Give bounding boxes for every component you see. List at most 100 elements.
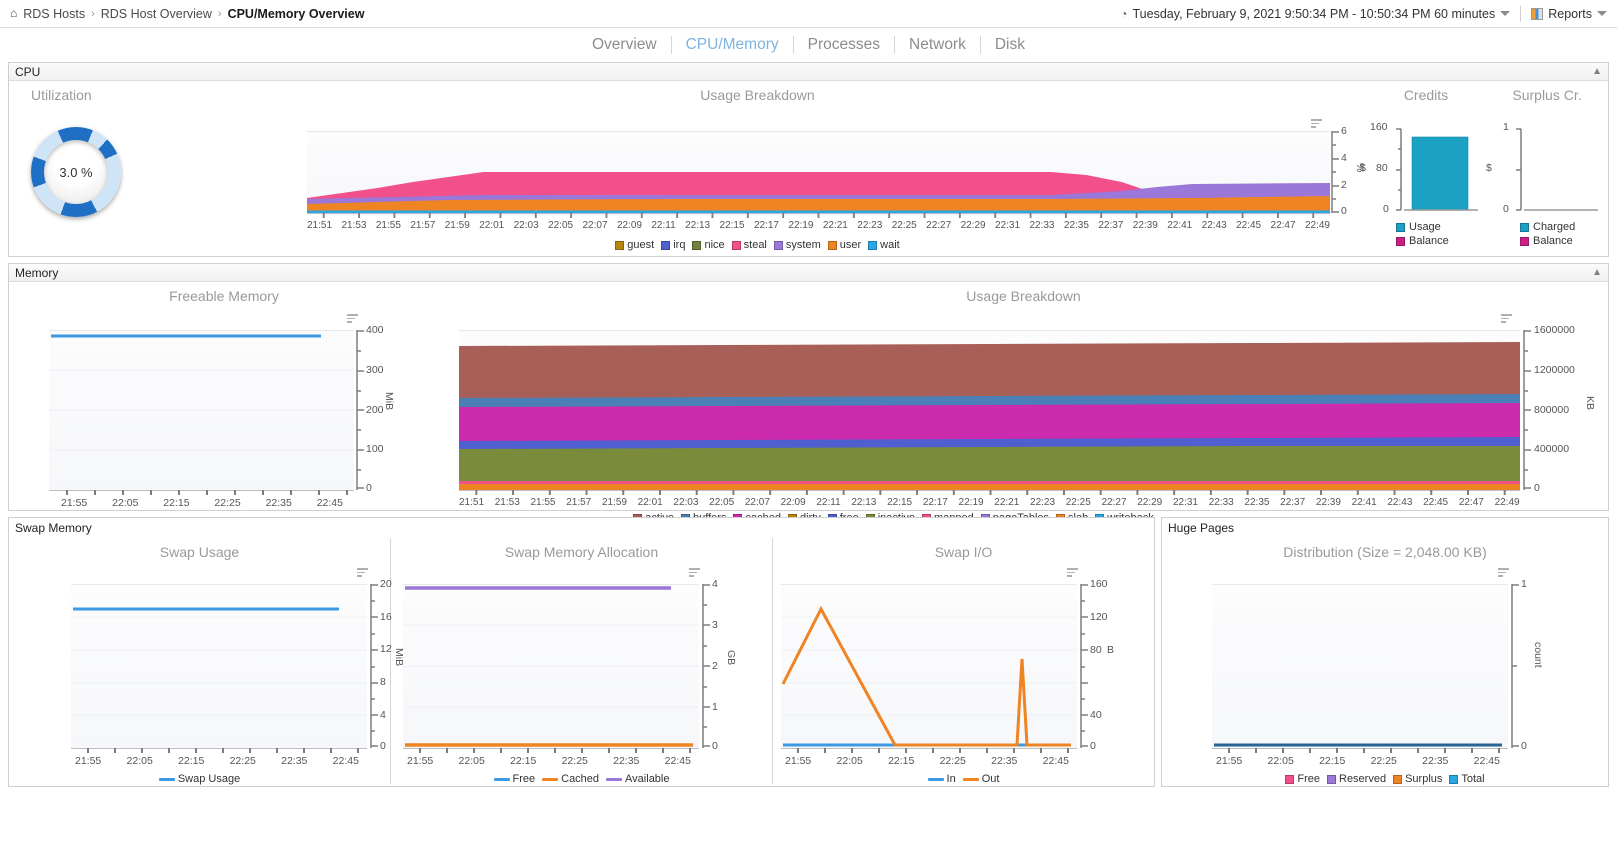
legend-item-balance[interactable]: Balance — [1396, 235, 1449, 247]
reports-label: Reports — [1548, 6, 1592, 21]
x-axis-ticks — [307, 213, 1330, 218]
y-tick-1200000: 1200000 — [1534, 364, 1575, 376]
legend-swatch — [661, 240, 671, 250]
swap-memory-title: Swap Memory — [15, 521, 92, 535]
y-axis — [1511, 584, 1519, 748]
legend-item-balance[interactable]: Balance — [1520, 235, 1575, 247]
tab-network[interactable]: Network — [895, 36, 981, 54]
y-tick-20: 20 — [380, 578, 392, 590]
tab-disk[interactable]: Disk — [981, 36, 1039, 54]
legend-item-surplus[interactable]: Surplus — [1393, 773, 1442, 785]
x-tick: 22:35 — [1063, 220, 1089, 231]
surplus-y-axis — [1516, 128, 1522, 211]
x-tick: 21:57 — [410, 220, 436, 231]
chart-menu-icon[interactable] — [1067, 568, 1078, 578]
x-tick: 21:53 — [494, 497, 520, 508]
legend-item-irq[interactable]: irq — [661, 239, 685, 251]
legend-item-steal[interactable]: steal — [731, 239, 767, 251]
breadcrumb-item-rds-hosts[interactable]: RDS Hosts — [23, 7, 85, 21]
x-tick: 22:45 — [1473, 755, 1500, 767]
x-tick: 22:43 — [1387, 497, 1413, 508]
x-tick: 22:45 — [1423, 497, 1449, 508]
y-tick-0: 0 — [1534, 482, 1540, 494]
legend-item-swap-usage[interactable]: Swap Usage — [158, 773, 240, 785]
chart-menu-icon[interactable] — [689, 568, 700, 578]
x-tick: 22:25 — [939, 755, 966, 767]
legend-label: Free — [512, 773, 536, 785]
time-range-selector[interactable]: ◔ Tuesday, February 9, 2021 9:50:34 PM -… — [1120, 6, 1511, 21]
clock-icon: ◔ — [1120, 6, 1128, 21]
legend-label: irq — [673, 239, 686, 251]
y-tick-1: 1 — [712, 701, 718, 713]
legend-item-free[interactable]: Free — [493, 773, 536, 785]
x-tick: 22:25 — [214, 497, 241, 509]
chevron-down-icon[interactable] — [1500, 11, 1511, 16]
home-icon[interactable]: ⌂ — [10, 6, 17, 20]
legend-item-nice[interactable]: nice — [692, 239, 725, 251]
legend-label: nice — [704, 239, 725, 251]
chevron-up-icon[interactable]: ▲ — [1592, 267, 1602, 278]
legend-item-system[interactable]: system — [773, 239, 821, 251]
breadcrumb-item-rds-host-overview[interactable]: RDS Host Overview — [101, 7, 212, 21]
cpu-utilization-title: Utilization — [31, 87, 92, 103]
x-tick: 22:15 — [1319, 755, 1346, 767]
legend-swatch — [1520, 222, 1529, 232]
tab-processes[interactable]: Processes — [794, 36, 895, 54]
tab-cpu-memory[interactable]: CPU/Memory — [672, 36, 794, 54]
x-tick: 22:15 — [888, 755, 915, 767]
x-tick: 22:15 — [178, 755, 205, 767]
chevron-down-icon[interactable] — [1597, 11, 1607, 16]
legend-item-free[interactable]: Free — [1285, 773, 1320, 785]
x-tick: 22:35 — [613, 755, 640, 767]
x-tick: 22:47 — [1458, 497, 1484, 508]
legend-item-cached[interactable]: Cached — [542, 773, 599, 785]
x-tick: 22:35 — [265, 497, 292, 509]
chart-menu-icon[interactable] — [1498, 568, 1509, 578]
chart-menu-icon[interactable] — [347, 314, 358, 324]
legend-item-out[interactable]: Out — [962, 773, 999, 785]
legend-item-wait[interactable]: wait — [868, 239, 900, 251]
reports-menu[interactable]: Reports — [1531, 7, 1607, 21]
x-axis-ticks — [459, 490, 1520, 495]
x-tick: 22:37 — [1280, 497, 1306, 508]
chart-menu-icon[interactable] — [357, 568, 368, 578]
memory-panel: Memory ▲ Freeable Memory 400 300 200 100… — [8, 263, 1609, 524]
chart-menu-icon[interactable] — [1501, 314, 1512, 324]
y-axis-unit: KB — [1584, 396, 1596, 411]
x-tick: 22:41 — [1351, 497, 1377, 508]
legend-swatch — [692, 240, 702, 250]
legend-item-available[interactable]: Available — [606, 773, 670, 785]
memory-panel-header[interactable]: Memory ▲ — [9, 264, 1608, 282]
legend-label: Available — [625, 773, 670, 785]
chart-menu-icon[interactable] — [1311, 119, 1322, 129]
x-tick: 22:11 — [816, 497, 841, 508]
credits-bar-chart — [1404, 136, 1478, 211]
legend-item-charged[interactable]: Charged — [1520, 221, 1575, 233]
legend-label: In — [946, 773, 956, 785]
credits-y-tick-160: 160 — [1370, 121, 1388, 133]
swap-io-x-tick-labels: 21:55 22:05 22:15 22:25 22:35 22:45 — [785, 755, 1069, 767]
freeable-memory-plot: 400 300 200 100 0 MiB — [49, 324, 395, 495]
legend-line — [927, 777, 944, 781]
legend-label: Cached — [561, 773, 600, 785]
tab-overview[interactable]: Overview — [578, 36, 672, 54]
y-tick-400: 400 — [366, 324, 384, 336]
y-tick-1: 1 — [1521, 578, 1527, 590]
legend-item-reserved[interactable]: Reserved — [1327, 773, 1386, 785]
x-tick: 22:25 — [1065, 497, 1091, 508]
legend-item-total[interactable]: Total — [1449, 773, 1485, 785]
swap-allocation-title: Swap Memory Allocation — [504, 544, 659, 560]
x-tick: 22:21 — [994, 497, 1020, 508]
legend-item-usage[interactable]: Usage — [1396, 221, 1449, 233]
surplus-y-tick-0: 0 — [1503, 203, 1509, 215]
cpu-panel-header[interactable]: CPU ▲ — [9, 63, 1608, 81]
legend-item-in[interactable]: In — [927, 773, 956, 785]
legend-item-guest[interactable]: guest — [615, 239, 654, 251]
legend-swatch — [1327, 774, 1336, 784]
breadcrumb-item-current: CPU/Memory Overview — [227, 6, 365, 21]
x-tick: 22:01 — [637, 497, 663, 508]
memory-area-chart — [459, 342, 1520, 490]
y-tick-2: 2 — [712, 660, 718, 672]
legend-item-user[interactable]: user — [827, 239, 861, 251]
chevron-up-icon[interactable]: ▲ — [1592, 66, 1602, 77]
